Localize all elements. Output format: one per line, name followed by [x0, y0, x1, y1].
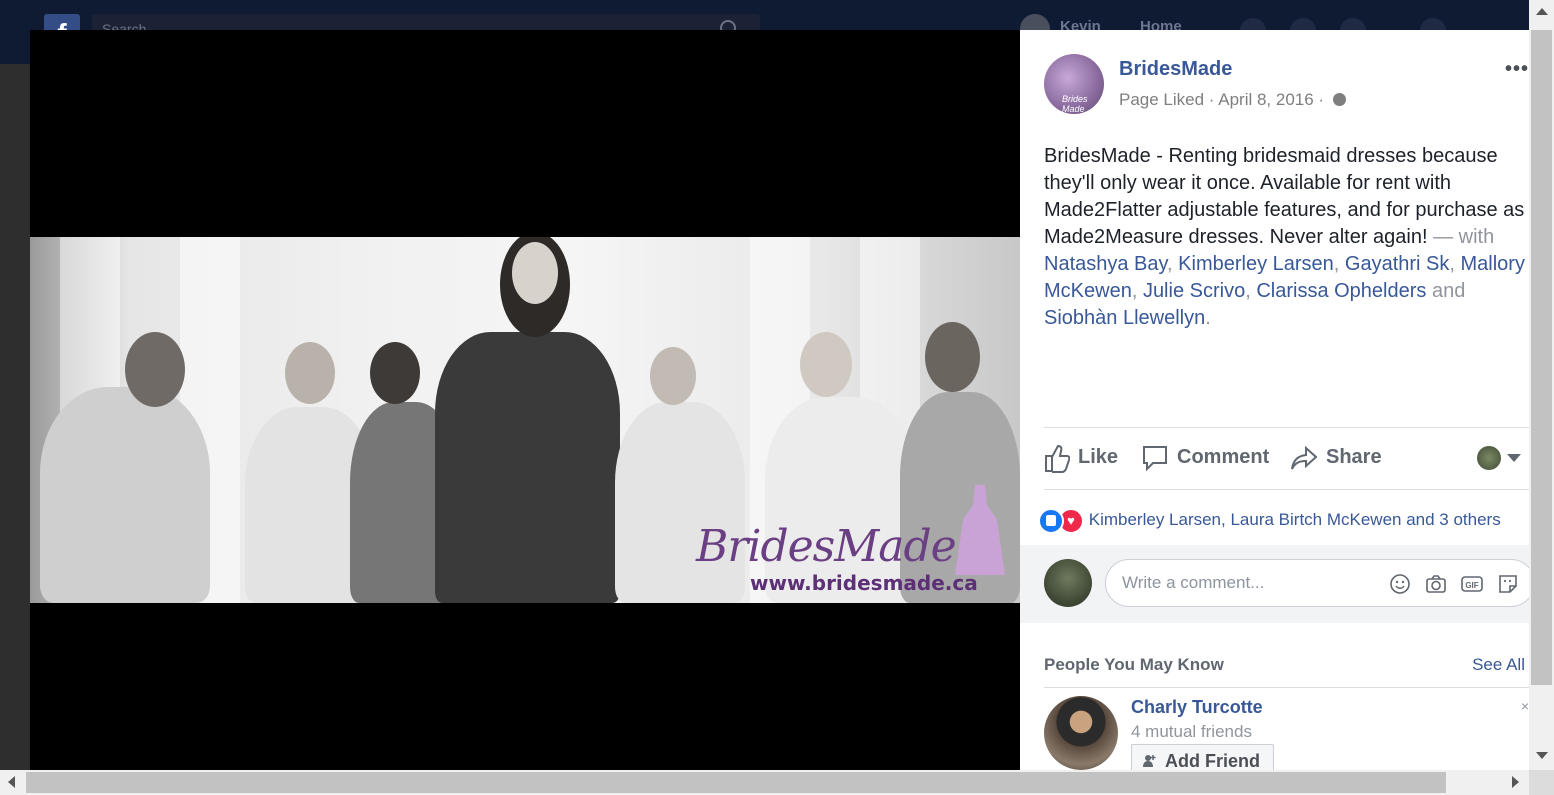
add-friend-icon: [1143, 755, 1156, 767]
watermark-brand: BridesMade: [696, 521, 957, 572]
commenter-avatar: [1044, 559, 1092, 607]
comment-field[interactable]: GIF: [1105, 559, 1529, 607]
bridesmaid-head: [800, 332, 852, 397]
svg-text:GIF: GIF: [1465, 581, 1478, 590]
page-avatar[interactable]: Brides Made: [1044, 54, 1104, 114]
comment-label: Comment: [1177, 446, 1270, 468]
add-friend-button[interactable]: Add Friend: [1131, 744, 1274, 770]
globe-icon: [1332, 93, 1346, 106]
vertical-scrollbar-thumb[interactable]: [1531, 30, 1552, 685]
reactions-text[interactable]: Kimberley Larsen, Laura Birtch McKewen a…: [1089, 510, 1501, 529]
add-friend-label: Add Friend: [1165, 751, 1260, 770]
bridesmaid-figure: [435, 332, 620, 603]
see-all-link[interactable]: See All: [1472, 655, 1525, 675]
scroll-left-arrow-icon[interactable]: [8, 776, 15, 788]
emoji-icon[interactable]: [1389, 573, 1411, 595]
page-name-link[interactable]: BridesMade: [1119, 58, 1232, 81]
tagged-person-link[interactable]: Gayathri Sk: [1345, 253, 1449, 275]
comment-button[interactable]: Comment: [1141, 442, 1269, 472]
and-word: and: [1431, 280, 1466, 302]
bridesmaid-head: [285, 342, 335, 404]
scroll-up-arrow-icon[interactable]: [1536, 8, 1548, 15]
watermark-url: www.bridesmade.ca: [750, 571, 978, 595]
like-label: Like: [1078, 446, 1119, 468]
friend-suggestion-avatar[interactable]: [1044, 696, 1118, 770]
gif-icon[interactable]: GIF: [1461, 573, 1483, 595]
reactions-summary[interactable]: Kimberley Larsen, Laura Birtch McKewen a…: [1038, 506, 1501, 534]
bridesmaid-face: [512, 242, 558, 304]
people-you-may-know-heading: People You May Know: [1044, 655, 1224, 674]
chevron-down-icon[interactable]: [1507, 454, 1521, 462]
comment-composer: GIF: [1020, 545, 1529, 623]
horizontal-scrollbar[interactable]: [0, 770, 1529, 795]
divider: [1044, 687, 1529, 688]
bridesmaid-head: [125, 332, 185, 407]
post-date-link[interactable]: April 8, 2016: [1218, 90, 1313, 109]
comment-icon: [1143, 445, 1167, 472]
post-details-panel: Brides Made BridesMade Page Liked · Apri…: [1020, 30, 1529, 770]
bridesmaid-head: [925, 322, 980, 392]
friend-suggestion-name[interactable]: Charly Turcotte: [1131, 697, 1263, 718]
bridesmaid-figure: [40, 387, 210, 603]
tagged-person-link[interactable]: Natashya Bay: [1044, 253, 1167, 275]
share-label: Share: [1326, 446, 1382, 468]
camera-icon[interactable]: [1425, 573, 1447, 595]
avatar-text: Brides Made: [1062, 94, 1088, 114]
audience-avatar[interactable]: [1477, 446, 1501, 470]
tagged-person-link[interactable]: Julie Scrivo: [1143, 280, 1245, 302]
bridesmaids-photo: BridesMade www.bridesmade.ca: [30, 237, 1020, 603]
like-reaction-icon: [1038, 507, 1064, 534]
bridesmaid-head: [370, 342, 420, 404]
scrollbar-corner: [1529, 770, 1554, 795]
share-button[interactable]: Share: [1290, 442, 1382, 472]
thumbs-up-icon: [1045, 444, 1071, 473]
bridesmaid-figure: [615, 402, 745, 603]
divider: [1044, 489, 1529, 490]
with-prefix: — with: [1433, 226, 1495, 248]
vertical-scrollbar[interactable]: [1529, 0, 1554, 770]
divider: [1044, 427, 1529, 428]
scroll-down-arrow-icon[interactable]: [1536, 752, 1548, 759]
bridesmaid-head: [650, 347, 696, 405]
page-liked-status: Page Liked: [1119, 90, 1205, 109]
post-body: BridesMade - Renting bridesmaid dresses …: [1044, 145, 1525, 329]
share-icon: [1291, 445, 1318, 470]
more-options-icon[interactable]: •••: [1505, 58, 1529, 81]
comment-input[interactable]: [1120, 572, 1374, 594]
tagged-person-link[interactable]: Siobhàn Llewellyn: [1044, 307, 1205, 329]
post-meta: Page Liked · April 8, 2016 ·: [1119, 90, 1346, 110]
close-icon[interactable]: ×: [1521, 698, 1529, 714]
photo-viewer[interactable]: BridesMade www.bridesmade.ca: [30, 30, 1020, 770]
dress-logo-icon: [955, 485, 1005, 575]
sticker-icon[interactable]: [1497, 573, 1519, 595]
tagged-person-link[interactable]: Clarissa Ophelders: [1256, 280, 1426, 302]
mutual-friends-count[interactable]: 4 mutual friends: [1131, 722, 1252, 742]
scroll-right-arrow-icon[interactable]: [1512, 776, 1519, 788]
horizontal-scrollbar-thumb[interactable]: [26, 772, 1446, 793]
like-button[interactable]: Like: [1044, 442, 1119, 473]
tagged-person-link[interactable]: Kimberley Larsen: [1178, 253, 1334, 275]
